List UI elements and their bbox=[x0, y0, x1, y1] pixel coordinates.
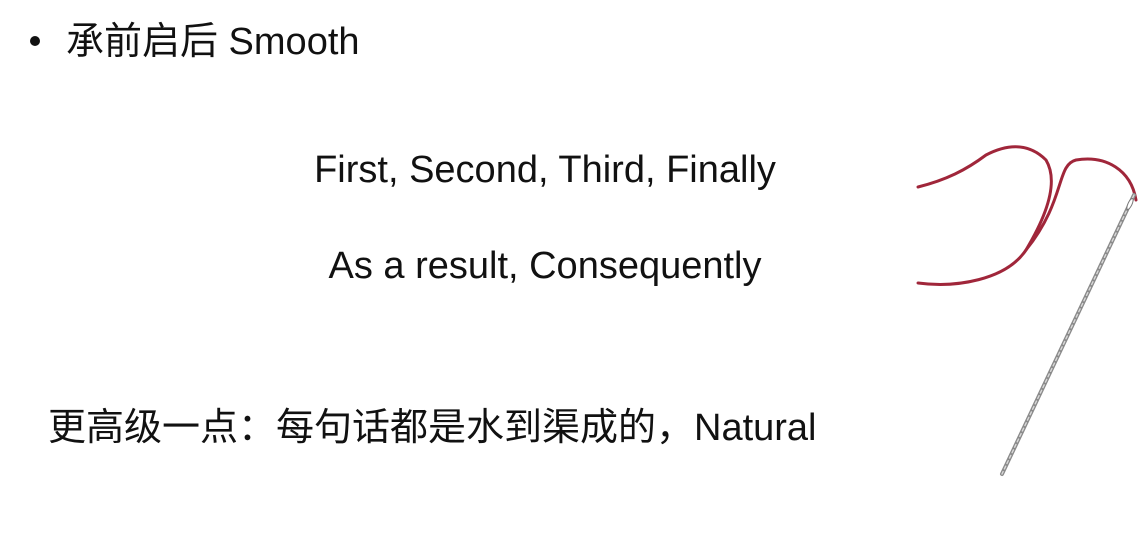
advanced-transition-text: 更高级一点：每句话都是水到渠成的，Natural bbox=[48, 407, 817, 449]
needle-eye-icon bbox=[1126, 197, 1134, 211]
thread-icon bbox=[916, 145, 1053, 286]
needle-icon bbox=[1000, 193, 1136, 476]
bullet-item-smooth: 承前启后 Smooth bbox=[30, 18, 360, 66]
bullet-dot-icon bbox=[30, 35, 40, 46]
needle-and-thread-icon bbox=[916, 145, 1138, 476]
thread-loop-icon bbox=[1024, 157, 1138, 252]
bullet-text: 承前启后 Smooth bbox=[66, 21, 360, 63]
